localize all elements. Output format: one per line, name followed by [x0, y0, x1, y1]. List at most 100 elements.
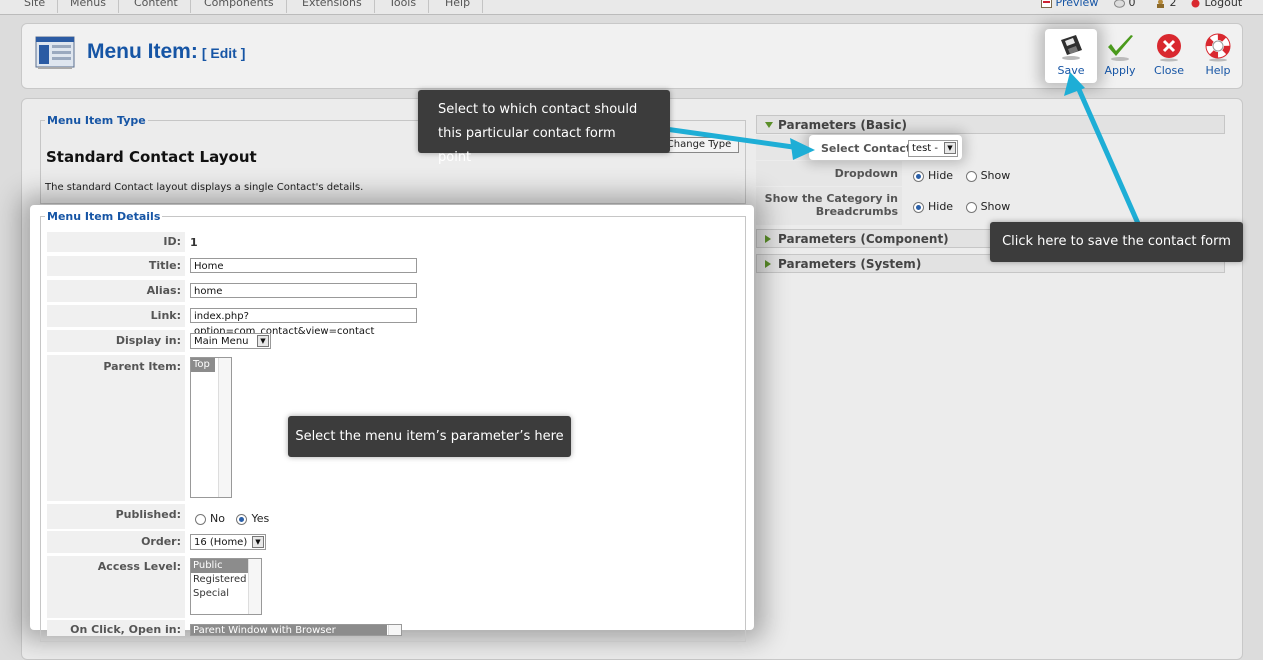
help-label: Help: [1205, 64, 1231, 77]
breadcrumbs-show-label: Show: [980, 200, 1011, 213]
save-label: Save: [1057, 64, 1085, 77]
published-yes-label: Yes: [251, 512, 270, 525]
apply-label: Apply: [1104, 64, 1136, 77]
users-icon: [1157, 0, 1164, 8]
change-type-button[interactable]: Change Type: [659, 137, 739, 153]
link-label: Link:: [47, 305, 185, 327]
published-no-label: No: [210, 512, 225, 525]
dropdown-radios: Hide Show: [913, 169, 1010, 182]
logout-label: Logout: [1204, 0, 1243, 9]
parameters-basic-label: Parameters (Basic): [778, 118, 907, 132]
select-contact-label: Select Contact: [821, 142, 912, 155]
published-radios: No Yes: [195, 512, 269, 525]
help-button[interactable]: Help: [1194, 32, 1242, 82]
parameters-callout: Select the menu item’s parameter’s here: [288, 416, 571, 457]
on-click-option[interactable]: Parent Window with Browser Navigation: [191, 625, 387, 635]
on-click-listbox[interactable]: Parent Window with Browser Navigation: [190, 624, 402, 636]
menu-manager-icon: [35, 36, 75, 69]
menu-menus[interactable]: Menus: [58, 0, 119, 13]
chevron-down-icon: ▼: [257, 335, 269, 347]
select-contact-value: test -: [912, 143, 938, 154]
close-button[interactable]: Close: [1145, 32, 1193, 82]
id-value: 1: [190, 236, 198, 249]
parameters-system-label: Parameters (System): [778, 257, 922, 271]
lifebuoy-icon: [1205, 33, 1231, 62]
breadcrumbs-radios: Hide Show: [913, 200, 1010, 213]
preview-icon: [1041, 0, 1052, 8]
published-yes-radio[interactable]: [236, 513, 248, 525]
page-title-edit: [ Edit ]: [201, 45, 246, 61]
on-click-scrollbar[interactable]: [388, 625, 401, 635]
dropdown-show-label: Show: [980, 169, 1011, 182]
chevron-down-icon: ▼: [252, 536, 264, 548]
collapsed-triangle-icon: [765, 260, 771, 268]
access-level-label: Access Level:: [47, 556, 185, 618]
apply-button[interactable]: Apply: [1096, 32, 1144, 82]
access-level-listbox[interactable]: Public Registered Special: [190, 558, 262, 615]
breadcrumbs-hide-label: Hide: [928, 200, 954, 213]
access-listbox-scrollbar[interactable]: [248, 559, 261, 614]
users-count[interactable]: 2: [1155, 0, 1177, 9]
link-input[interactable]: index.php?option=com_contact&view=contac…: [190, 308, 417, 337]
checkmark-icon: [1108, 35, 1133, 61]
logout-link[interactable]: Logout: [1190, 0, 1242, 9]
alias-label: Alias:: [47, 280, 185, 302]
expanded-triangle-icon: [765, 122, 773, 128]
save-callout: Click here to save the contact form: [990, 222, 1243, 262]
parameters-basic-header[interactable]: Parameters (Basic): [756, 115, 1225, 134]
menu-extensions[interactable]: Extensions: [290, 0, 375, 13]
contact-callout: Select to which contact should this part…: [418, 90, 670, 165]
parent-item-listbox[interactable]: Top: [190, 357, 232, 498]
save-button[interactable]: Save: [1047, 32, 1095, 82]
messages-icon: [1114, 0, 1125, 8]
published-no-radio[interactable]: [195, 513, 206, 525]
display-in-label: Display in:: [47, 330, 185, 352]
menu-type-description: The standard Contact layout displays a s…: [45, 182, 364, 193]
menu-item-type-legend: Menu Item Type: [47, 114, 146, 127]
order-label: Order:: [47, 531, 185, 553]
access-option-public[interactable]: Public: [191, 559, 249, 573]
title-label: Title:: [47, 256, 185, 276]
on-click-label: On Click, Open in:: [47, 620, 185, 636]
show-category-label: Show the Category in Breadcrumbs: [756, 187, 902, 225]
title-input[interactable]: Home: [190, 258, 417, 273]
menu-tools[interactable]: Tools: [377, 0, 430, 13]
top-menubar: Site Menus Content Components Extensions…: [0, 0, 1263, 15]
alias-input[interactable]: home: [190, 283, 417, 298]
page-title-text: Menu Item:: [87, 40, 198, 63]
close-icon: [1157, 34, 1181, 62]
dropdown-hide-label: Hide: [928, 169, 954, 182]
users-count-value: 2: [1169, 0, 1177, 9]
parent-option-top[interactable]: Top: [191, 358, 215, 372]
menu-item-details-legend: Menu Item Details: [47, 210, 161, 223]
floppy-disk-icon: [1061, 35, 1082, 60]
breadcrumbs-show-radio[interactable]: [965, 201, 977, 213]
display-in-select[interactable]: Main Menu ▼: [190, 333, 271, 349]
dropdown-show-radio[interactable]: [965, 170, 977, 182]
messages-count-value: 0: [1128, 0, 1136, 9]
order-value: 16 (Home): [194, 537, 248, 548]
menu-content[interactable]: Content: [122, 0, 191, 13]
parent-listbox-scrollbar[interactable]: [218, 358, 231, 497]
preview-label: Preview: [1055, 0, 1099, 9]
dropdown-hide-radio[interactable]: [913, 170, 924, 182]
menu-site[interactable]: Site: [12, 0, 59, 13]
page-title: Menu Item:[ Edit ]: [87, 40, 245, 64]
breadcrumbs-hide-radio[interactable]: [913, 201, 924, 213]
menu-components[interactable]: Components: [192, 0, 287, 13]
chevron-down-icon: ▼: [944, 142, 956, 154]
parameters-component-label: Parameters (Component): [778, 232, 949, 246]
select-contact-dropdown[interactable]: test - ▼: [908, 140, 958, 157]
preview-link[interactable]: Preview: [1041, 0, 1098, 9]
order-select[interactable]: 16 (Home) ▼: [190, 534, 266, 550]
messages-count[interactable]: 0: [1114, 0, 1136, 9]
menu-help[interactable]: Help: [433, 0, 484, 13]
close-label: Close: [1154, 64, 1184, 77]
logout-icon: [1191, 0, 1200, 7]
menu-type-title: Standard Contact Layout: [46, 148, 257, 166]
id-label: ID:: [47, 232, 185, 252]
published-label: Published:: [47, 504, 185, 529]
collapsed-triangle-icon: [765, 235, 771, 243]
dropdown-label: Dropdown: [756, 161, 902, 186]
display-in-value: Main Menu: [194, 336, 249, 347]
